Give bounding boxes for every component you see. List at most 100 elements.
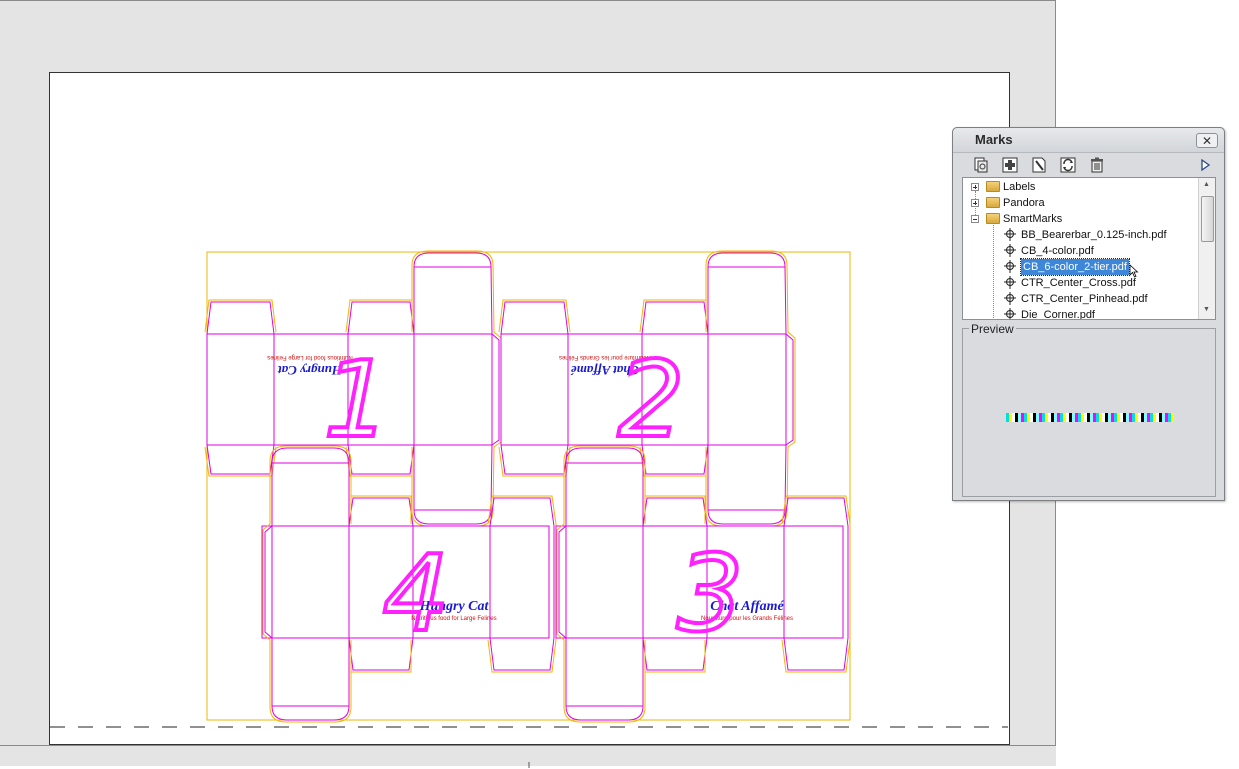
color-bar-swatch xyxy=(1078,413,1082,422)
color-bar-swatch xyxy=(1084,413,1088,422)
edit-mark-button[interactable] xyxy=(1029,155,1049,175)
scroll-thumb[interactable] xyxy=(1201,196,1214,242)
color-bar-swatch xyxy=(1120,413,1124,422)
box-number-3: 3 xyxy=(677,533,744,655)
copy-mark-icon xyxy=(974,157,988,173)
color-bar-swatch xyxy=(1162,413,1166,422)
color-bar-swatch xyxy=(1129,413,1133,422)
tree-folder-label: SmartMarks xyxy=(1003,213,1063,225)
color-bar-swatch xyxy=(1042,413,1046,422)
color-bar-swatch xyxy=(1090,413,1094,422)
tree-scrollbar[interactable]: ▲ ▼ xyxy=(1198,178,1215,319)
color-bar-swatch xyxy=(1126,413,1130,422)
color-bar-swatch xyxy=(1159,413,1163,422)
apply-mark-button[interactable] xyxy=(1195,155,1215,175)
color-bar-swatch xyxy=(1141,413,1145,422)
refresh-mark-button[interactable] xyxy=(1058,155,1078,175)
color-bar-swatch xyxy=(1048,413,1052,422)
smartmark-icon xyxy=(1004,260,1016,273)
box-number-2: 2 xyxy=(618,339,685,461)
layout-bleed-boundary xyxy=(206,251,851,721)
scroll-up-icon[interactable]: ▲ xyxy=(1203,181,1210,188)
color-bar-swatch xyxy=(1171,413,1174,422)
color-bar-swatch xyxy=(1144,413,1148,422)
marks-title-bar[interactable]: Marks ✕ xyxy=(953,128,1224,153)
tree-folder-label: Labels xyxy=(1003,181,1036,193)
color-bar-swatch xyxy=(1054,413,1058,422)
smartmark-icon xyxy=(1004,276,1016,289)
edit-mark-icon xyxy=(1032,157,1046,173)
color-bar-swatch xyxy=(1114,413,1118,422)
color-bar-swatch xyxy=(1099,413,1103,422)
color-bar-swatch xyxy=(1015,413,1019,422)
color-bar-swatch xyxy=(1072,413,1076,422)
tree-folder-smartmarks[interactable]: SmartMarks xyxy=(963,211,1199,227)
color-bar-swatch xyxy=(1045,413,1049,422)
play-icon xyxy=(1201,158,1211,172)
color-bar-swatch xyxy=(1006,413,1010,422)
preview-group: Preview xyxy=(962,322,1216,497)
tree-folder-pandora[interactable]: Pandora xyxy=(963,195,1199,211)
refresh-icon xyxy=(1060,157,1076,173)
color-bar-swatch xyxy=(1087,413,1091,422)
color-bar-swatch xyxy=(1165,413,1169,422)
preview-label: Preview xyxy=(969,322,1016,336)
tree-item[interactable]: CB_4-color.pdf xyxy=(963,243,1199,259)
color-bar-swatch xyxy=(1156,413,1160,422)
color-bar-swatch xyxy=(1153,413,1157,422)
color-bar-swatch xyxy=(1168,413,1172,422)
tree-item[interactable]: BB_Bearerbar_0.125-inch.pdf xyxy=(963,227,1199,243)
scroll-down-icon[interactable]: ▼ xyxy=(1203,306,1210,313)
color-bar-swatch xyxy=(1117,413,1121,422)
smartmark-icon xyxy=(1004,244,1016,257)
color-bar-preview xyxy=(1006,413,1174,422)
marks-tree[interactable]: Labels Pandora SmartMarks BB_Bearerbar_0… xyxy=(962,177,1216,320)
tree-item[interactable]: Die_Corner.pdf xyxy=(963,307,1199,320)
collapse-icon[interactable] xyxy=(971,215,979,223)
color-bar-swatch xyxy=(1069,413,1073,422)
tree-item[interactable]: CTR_Center_Pinhead.pdf xyxy=(963,291,1199,307)
tree-item-label: CTR_Center_Pinhead.pdf xyxy=(1021,293,1148,305)
folder-icon xyxy=(986,181,1000,192)
marks-palette[interactable]: Marks ✕ Labels Pandora SmartMarks BB_Bea… xyxy=(952,127,1225,501)
tree-item-selected[interactable]: CB_6-color_2-tier.pdf xyxy=(963,258,1199,278)
color-bar-swatch xyxy=(1057,413,1061,422)
color-bar-swatch xyxy=(1108,413,1112,422)
color-bar-swatch xyxy=(1018,413,1022,422)
color-bar-swatch xyxy=(1123,413,1127,422)
tree-folder-labels[interactable]: Labels xyxy=(963,179,1199,195)
tree-item-label: CB_4-color.pdf xyxy=(1021,245,1094,257)
add-mark-icon xyxy=(1002,157,1018,173)
color-bar-swatch xyxy=(1105,413,1109,422)
add-mark-button[interactable] xyxy=(1000,155,1020,175)
color-bar-swatch xyxy=(1066,413,1070,422)
color-bar-swatch xyxy=(1033,413,1037,422)
smartmark-icon xyxy=(1004,292,1016,305)
color-bar-swatch xyxy=(1093,413,1097,422)
color-bar-swatch xyxy=(1030,413,1034,422)
color-bar-swatch xyxy=(1096,413,1100,422)
tree-folder-label: Pandora xyxy=(1003,197,1045,209)
tree-item[interactable]: CTR_Center_Cross.pdf xyxy=(963,275,1199,291)
color-bar-swatch xyxy=(1132,413,1136,422)
color-bar-swatch xyxy=(1111,413,1115,422)
trash-icon xyxy=(1091,157,1103,173)
box-number-1: 1 xyxy=(324,339,391,461)
tree-item-label: CTR_Center_Cross.pdf xyxy=(1021,277,1136,289)
close-button[interactable]: ✕ xyxy=(1196,133,1218,148)
color-bar-swatch xyxy=(1039,413,1043,422)
tree-item-label: Die_Corner.pdf xyxy=(1021,309,1095,320)
color-bar-swatch xyxy=(1102,413,1106,422)
color-bar-swatch xyxy=(1081,413,1085,422)
color-bar-swatch xyxy=(1051,413,1055,422)
color-bar-swatch xyxy=(1150,413,1154,422)
smartmark-icon xyxy=(1004,308,1016,319)
expand-icon[interactable] xyxy=(971,183,979,191)
delete-mark-button[interactable] xyxy=(1087,155,1107,175)
color-bar-swatch xyxy=(1027,413,1031,422)
copy-mark-button[interactable] xyxy=(971,155,991,175)
color-bar-swatch xyxy=(1024,413,1028,422)
expand-icon[interactable] xyxy=(971,199,979,207)
color-bar-swatch xyxy=(1135,413,1139,422)
marks-title: Marks xyxy=(975,132,1013,147)
